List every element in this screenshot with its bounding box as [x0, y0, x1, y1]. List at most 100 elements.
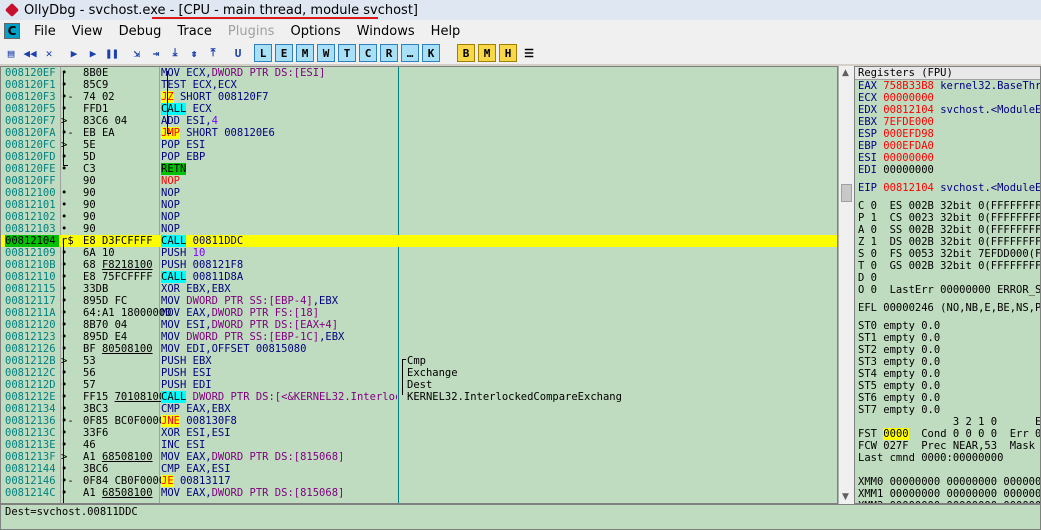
- window-button-2[interactable]: M: [296, 44, 314, 62]
- register-line[interactable]: ST7 empty 0.0: [855, 404, 1040, 416]
- register-line[interactable]: EFL 00000246 (NO,NB,E,BE,NS,PE,: [855, 302, 1040, 314]
- register-line[interactable]: ST4 empty 0.0: [855, 368, 1040, 380]
- code-row[interactable]: 0081212E • FF15 70108100 CALL DWORD PTR DS:…: [1, 391, 837, 403]
- register-line[interactable]: XMM0 00000000 00000000 0000000: [855, 476, 1040, 488]
- register-line[interactable]: A 0 SS 002B 32bit 0(FFFFFFFF): [855, 224, 1040, 236]
- info-pane[interactable]: Dest=svchost.00811DDC: [0, 504, 1041, 530]
- step-into-icon[interactable]: ⇲: [128, 44, 146, 62]
- code-row[interactable]: 00812110 • E8 75FCFFFF CALL 00811D8A: [1, 271, 837, 283]
- code-row[interactable]: 008120F5 • FFD1 CALL ECX: [1, 103, 837, 115]
- code-row[interactable]: 0081212D • 57 PUSH EDI Dest: [1, 379, 837, 391]
- window-button-3[interactable]: W: [317, 44, 335, 62]
- step-over-icon[interactable]: ⇥: [147, 44, 165, 62]
- restart-icon[interactable]: ◀◀: [21, 44, 39, 62]
- register-line[interactable]: Z 1 DS 002B 32bit 0(FFFFFFFF): [855, 236, 1040, 248]
- window-button-m-yellow[interactable]: M: [478, 44, 496, 62]
- run-thread-icon[interactable]: ▶: [84, 44, 102, 62]
- register-line[interactable]: FST 0000 Cond 0 0 0 0 Err 0 0: [855, 428, 1040, 440]
- code-row[interactable]: 00812136 •- 0F85 BC0F0000 JNE 008130F8: [1, 415, 837, 427]
- code-row[interactable]: 0081213F > A1 68508100 MOV EAX,DWORD PTR DS…: [1, 451, 837, 463]
- register-line[interactable]: ST6 empty 0.0: [855, 392, 1040, 404]
- code-row[interactable]: 008120FD • 5D POP EBP: [1, 151, 837, 163]
- register-line[interactable]: ECX 00000000: [855, 92, 1040, 104]
- window-button-0[interactable]: L: [254, 44, 272, 62]
- code-row[interactable]: 00812123 • 895D E4 MOV DWORD PTR SS:[EBP-1C…: [1, 331, 837, 343]
- register-line[interactable]: EBP 000EFDA0: [855, 140, 1040, 152]
- register-line[interactable]: P 1 CS 0023 32bit 0(FFFFFFFF): [855, 212, 1040, 224]
- register-line[interactable]: EAX 758B33B8 kernel32.BaseThre: [855, 80, 1040, 92]
- code-row[interactable]: 008120FE • C3 RETN: [1, 163, 837, 175]
- register-line[interactable]: O 0 LastErr 00000000 ERROR_SUC: [855, 284, 1040, 296]
- register-line[interactable]: EDI 00000000: [855, 164, 1040, 176]
- menu-view[interactable]: View: [64, 24, 111, 39]
- menu-debug[interactable]: Debug: [111, 24, 170, 39]
- code-row[interactable]: 008120F7 >83C6 04 ADD ESI,4: [1, 115, 837, 127]
- code-row[interactable]: 0081212B >53 PUSH EBX Cmp: [1, 355, 837, 367]
- code-row[interactable]: 0081212C • 56 PUSH ESI Exchange: [1, 367, 837, 379]
- code-row[interactable]: 00812103 • 90 NOP: [1, 223, 837, 235]
- window-button-4[interactable]: T: [338, 44, 356, 62]
- window-button-6[interactable]: R: [380, 44, 398, 62]
- registers-header[interactable]: Registers (FPU): [855, 67, 1040, 80]
- code-row[interactable]: 00812104 r$ E8 D3FCFFFF CALL 00811DDC: [1, 235, 837, 247]
- window-button-b-yellow[interactable]: B: [457, 44, 475, 62]
- code-row[interactable]: 0081210B • 68 F8218100 PUSH 008121F8: [1, 259, 837, 271]
- cpu-window-icon[interactable]: C: [4, 23, 20, 39]
- code-row[interactable]: 00812146 •- 0F84 CB0F0000 JE 00813117: [1, 475, 837, 487]
- close-icon[interactable]: ✕: [40, 44, 58, 62]
- code-row[interactable]: 008120F1 • 85C9 TEST ECX,ECX: [1, 79, 837, 91]
- window-button-8[interactable]: K: [422, 44, 440, 62]
- code-row[interactable]: 00812109 • 6A 10 PUSH 10: [1, 247, 837, 259]
- list-icon[interactable]: ☰: [520, 44, 538, 62]
- run-icon[interactable]: ▶: [65, 44, 83, 62]
- menu-options[interactable]: Options: [282, 24, 348, 39]
- code-row[interactable]: 008120EF • 8B0E MOV ECX,DWORD PTR DS:[ESI]: [1, 67, 837, 79]
- code-row[interactable]: 00812120 • 8B70 04 MOV ESI,DWORD PTR DS:[EA…: [1, 319, 837, 331]
- window-button-1[interactable]: E: [275, 44, 293, 62]
- code-row[interactable]: 00812117 • 895D FC MOV DWORD PTR SS:[EBP-4]…: [1, 295, 837, 307]
- scroll-down-icon[interactable]: ▼: [842, 492, 849, 502]
- code-row[interactable]: 00812126 • BF 80508100 MOV EDI,OFFSET 00815…: [1, 343, 837, 355]
- register-line[interactable]: ESI 00000000: [855, 152, 1040, 164]
- menu-plugins[interactable]: Plugins: [220, 24, 283, 39]
- pause-icon[interactable]: ❚❚: [103, 44, 121, 62]
- register-line[interactable]: ESP 000EFD98: [855, 128, 1040, 140]
- code-row[interactable]: 0081213C • 33F6 XOR ESI,ESI: [1, 427, 837, 439]
- code-row[interactable]: 00812144 • 3BC6 CMP EAX,ESI: [1, 463, 837, 475]
- code-row[interactable]: 008120F3 •- 74 02 JZ SHORT 008120F7: [1, 91, 837, 103]
- window-button-5[interactable]: C: [359, 44, 377, 62]
- register-line[interactable]: D 0: [855, 272, 1040, 284]
- code-row[interactable]: 00812101 • 90 NOP: [1, 199, 837, 211]
- window-button-7[interactable]: …: [401, 44, 419, 62]
- register-line[interactable]: EDX 00812104 svchost.<ModuleEnt: [855, 104, 1040, 116]
- animate-into-icon[interactable]: ⤓: [166, 44, 184, 62]
- code-row[interactable]: 0081211A • 64:A1 18000000 MOV EAX,DWORD PTR…: [1, 307, 837, 319]
- code-row[interactable]: 0081213E • 46 INC ESI: [1, 439, 837, 451]
- register-line[interactable]: ST2 empty 0.0: [855, 344, 1040, 356]
- code-row[interactable]: 008120FA •- EB EA JMP SHORT 008120E6: [1, 127, 837, 139]
- disassembly-pane[interactable]: 008120EF • 8B0E MOV ECX,DWORD PTR DS:[ESI] 0…: [0, 66, 838, 504]
- animate-over-icon[interactable]: ⇟: [185, 44, 203, 62]
- menu-help[interactable]: Help: [423, 24, 469, 39]
- execute-till-return-icon[interactable]: ⤒: [204, 44, 222, 62]
- code-row[interactable]: 0081214C • A1 68508100 MOV EAX,DWORD PTR DS…: [1, 487, 837, 499]
- register-line[interactable]: C 0 ES 002B 32bit 0(FFFFFFFF): [855, 200, 1040, 212]
- register-line[interactable]: T 0 GS 002B 32bit 0(FFFFFFFF): [855, 260, 1040, 272]
- register-line[interactable]: FCW 027F Prec NEAR,53 Mask: [855, 440, 1040, 452]
- register-line[interactable]: ST5 empty 0.0: [855, 380, 1040, 392]
- code-row[interactable]: 008120FC >5E POP ESI: [1, 139, 837, 151]
- register-line[interactable]: EIP 00812104 svchost.<ModuleEnt: [855, 182, 1040, 194]
- scroll-up-icon[interactable]: ▲: [842, 68, 849, 78]
- register-line[interactable]: EBX 7EFDE000: [855, 116, 1040, 128]
- register-line[interactable]: XMM1 00000000 00000000 0000000: [855, 488, 1040, 500]
- code-row[interactable]: 00812115 • 33DB XOR EBX,EBX: [1, 283, 837, 295]
- code-row[interactable]: 008120FF 90 NOP: [1, 175, 837, 187]
- register-line[interactable]: S 0 FS 0053 32bit 7EFDD000(FF: [855, 248, 1040, 260]
- menu-file[interactable]: File: [26, 24, 64, 39]
- registers-pane[interactable]: Registers (FPU) EAX 758B33B8 kernel32.Ba…: [854, 66, 1041, 504]
- scrollbar-thumb[interactable]: [841, 184, 852, 202]
- window-button-h-yellow[interactable]: H: [499, 44, 517, 62]
- code-row[interactable]: 00812134 • 3BC3 CMP EAX,EBX: [1, 403, 837, 415]
- menu-trace[interactable]: Trace: [169, 24, 220, 39]
- go-to-icon[interactable]: U: [229, 44, 247, 62]
